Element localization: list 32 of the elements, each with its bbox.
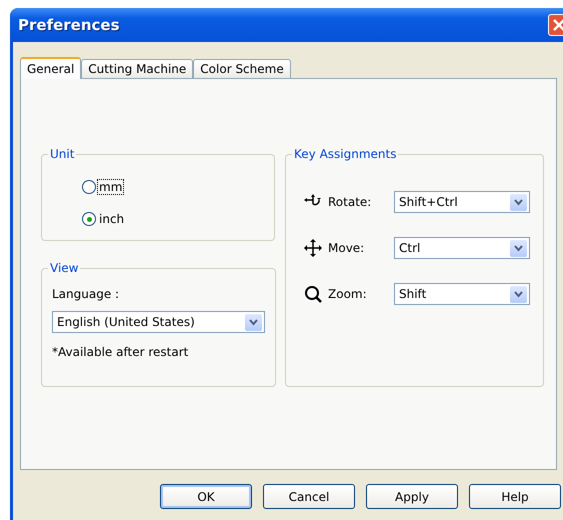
radio-button[interactable] (82, 180, 96, 194)
group-title: Key Assignments (293, 147, 398, 161)
key-dropdown[interactable]: Shift+Ctrl (394, 191, 530, 213)
key-label: Zoom: (328, 287, 368, 301)
radio-label: mm (98, 180, 124, 194)
radio-option[interactable]: mm (82, 175, 264, 199)
language-dropdown[interactable]: English (United States) (52, 311, 265, 333)
group-title: Unit (49, 147, 76, 161)
tab[interactable]: Color Scheme (193, 59, 291, 78)
move-arrows-icon (304, 239, 322, 257)
window-title: Preferences (18, 16, 120, 34)
chevron-down-icon (249, 318, 258, 326)
dialog-button[interactable]: Cancel (263, 484, 355, 509)
radio-button[interactable] (82, 212, 96, 226)
magnifier-icon (304, 285, 322, 303)
key-label: Rotate: (328, 195, 372, 209)
dialog-button[interactable]: Apply (366, 484, 458, 509)
key-dropdown[interactable]: Shift (394, 283, 530, 305)
tab[interactable]: Cutting Machine (81, 59, 194, 78)
key-dropdown[interactable]: Ctrl (394, 237, 530, 259)
note-text: *Available after restart (52, 345, 190, 359)
chevron-down-icon (514, 198, 523, 206)
key-label: Move: (328, 241, 366, 255)
group-title: View (49, 261, 80, 275)
chevron-down-icon (514, 244, 523, 252)
dialog-button[interactable]: Help (469, 484, 561, 509)
language-label: Language : (52, 287, 120, 301)
radio-label: inch (98, 212, 126, 226)
tab[interactable]: General (20, 57, 82, 79)
radio-option[interactable]: inch (82, 207, 264, 231)
chevron-down-icon (514, 290, 523, 298)
dialog-button[interactable]: OK (160, 484, 252, 509)
